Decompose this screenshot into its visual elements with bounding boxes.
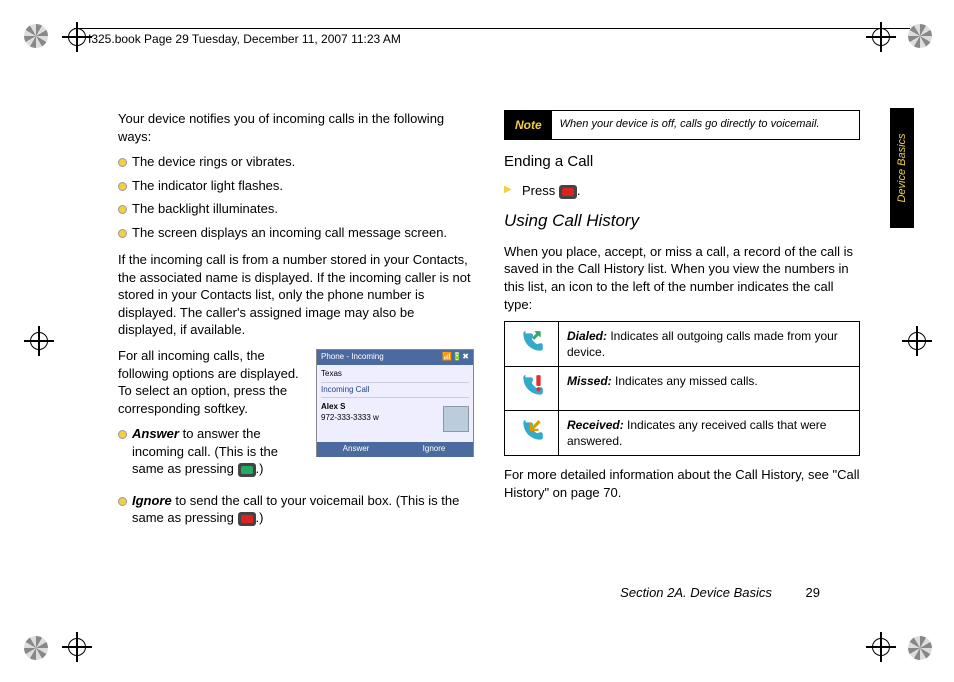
page-body: Your device notifies you of incoming cal… bbox=[24, 70, 930, 662]
dialed-icon bbox=[519, 329, 545, 355]
heading-ending-call: Ending a Call bbox=[504, 152, 860, 172]
header-text: I325.book Page 29 Tuesday, December 11, … bbox=[88, 32, 401, 46]
talk-key-icon bbox=[238, 463, 256, 477]
table-row: Missed: Indicates any missed calls. bbox=[505, 367, 860, 410]
ignore-term: Ignore bbox=[132, 493, 172, 508]
contacts-paragraph: If the incoming call is from a number st… bbox=[118, 251, 474, 339]
press-end-step: Press . bbox=[504, 182, 860, 200]
dialed-desc: Dialed: Indicates all outgoing calls mad… bbox=[559, 322, 860, 367]
answer-term: Answer bbox=[132, 426, 179, 441]
footer-section: Section 2A. Device Basics bbox=[620, 585, 772, 600]
table-row: Received: Indicates any received calls t… bbox=[505, 410, 860, 455]
note-text: When your device is off, calls go direct… bbox=[552, 111, 859, 139]
footer-page-number: 29 bbox=[806, 585, 820, 600]
missed-desc: Missed: Indicates any missed calls. bbox=[559, 367, 860, 410]
received-desc: Received: Indicates any received calls t… bbox=[559, 410, 860, 455]
softkey-list: Answer to answer the incoming call. (Thi… bbox=[118, 425, 474, 478]
list-item-ignore: Ignore to send the call to your voicemai… bbox=[118, 492, 474, 527]
list-item: The device rings or vibrates. bbox=[118, 153, 474, 171]
list-item: The screen displays an incoming call mes… bbox=[118, 224, 474, 242]
period: . bbox=[577, 183, 581, 198]
shot-incoming-label: Incoming Call bbox=[321, 383, 469, 399]
cropmark-circle-tl bbox=[24, 24, 48, 48]
cropmark-circle-tr bbox=[908, 24, 932, 48]
list-item-answer: Answer to answer the incoming call. (Thi… bbox=[118, 425, 474, 478]
missed-icon bbox=[519, 373, 545, 399]
end-key-icon bbox=[238, 512, 256, 526]
ignore-text: to send the call to your voicemail box. … bbox=[132, 493, 459, 526]
note-label: Note bbox=[505, 111, 552, 139]
call-type-table: Dialed: Indicates all outgoing calls mad… bbox=[504, 321, 860, 456]
press-text: Press bbox=[522, 183, 559, 198]
end-key-icon bbox=[559, 185, 577, 199]
shot-location: Texas bbox=[321, 367, 469, 383]
softkey-list-2: Ignore to send the call to your voicemai… bbox=[118, 492, 474, 527]
ending-call-step: Press . bbox=[504, 182, 860, 200]
call-history-xref: For more detailed information about the … bbox=[504, 466, 860, 501]
table-row: Dialed: Indicates all outgoing calls mad… bbox=[505, 322, 860, 367]
dialed-icon-cell bbox=[505, 322, 559, 367]
received-icon bbox=[519, 418, 545, 444]
page-footer: Section 2A. Device Basics 29 bbox=[24, 585, 930, 600]
header-rule bbox=[74, 28, 910, 29]
list-item: The indicator light flashes. bbox=[118, 177, 474, 195]
notify-list: The device rings or vibrates. The indica… bbox=[118, 153, 474, 241]
received-icon-cell bbox=[505, 410, 559, 455]
shot-title: Phone - Incoming bbox=[321, 352, 384, 363]
received-term: Received: bbox=[567, 418, 624, 432]
heading-call-history: Using Call History bbox=[504, 210, 860, 233]
ignore-tail: .) bbox=[256, 510, 264, 525]
right-column: Note When your device is off, calls go d… bbox=[504, 110, 860, 537]
missed-text: Indicates any missed calls. bbox=[612, 374, 758, 388]
dialed-text: Indicates all outgoing calls made from y… bbox=[567, 329, 838, 359]
missed-term: Missed: bbox=[567, 374, 612, 388]
call-history-intro: When you place, accept, or miss a call, … bbox=[504, 243, 860, 313]
cropmark-cross-tr bbox=[866, 22, 896, 52]
shot-status-icons: 📶🔋✖ bbox=[442, 352, 469, 363]
left-column: Your device notifies you of incoming cal… bbox=[118, 110, 474, 537]
intro-text: Your device notifies you of incoming cal… bbox=[118, 110, 474, 145]
answer-tail: .) bbox=[256, 461, 264, 476]
missed-icon-cell bbox=[505, 367, 559, 410]
dialed-term: Dialed: bbox=[567, 329, 607, 343]
list-item: The backlight illuminates. bbox=[118, 200, 474, 218]
note-box: Note When your device is off, calls go d… bbox=[504, 110, 860, 140]
